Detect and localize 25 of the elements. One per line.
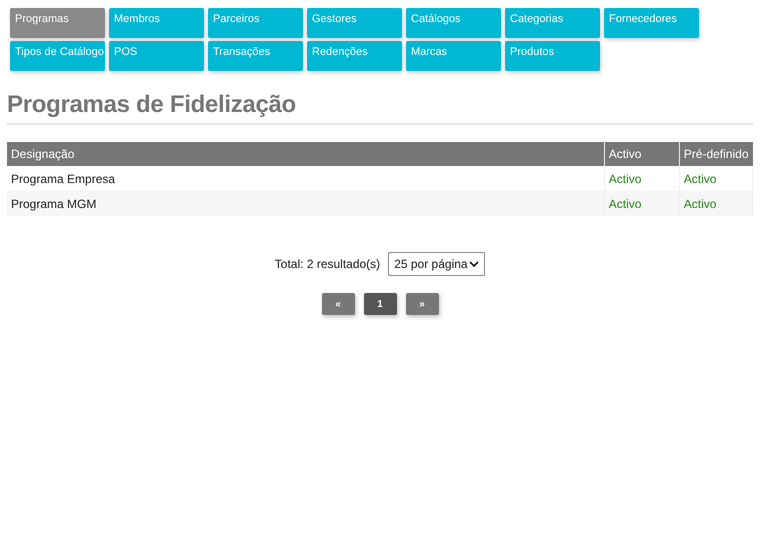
total-count: Total: 2 resultado(s) [274,257,380,271]
page-button[interactable]: » [406,293,438,315]
page-size-dropdown[interactable]: 25 por página [388,252,486,276]
nav-tab[interactable]: Catálogos [406,8,501,38]
page-title: Programas de Fidelização [7,91,753,125]
column-header: Designação [7,142,604,166]
nav-tab[interactable]: Gestores [307,8,402,38]
nav-tab[interactable]: Transações [208,41,303,71]
table-cell: Activo [679,191,752,216]
nav-tab[interactable]: Membros [109,8,204,38]
nav-tab[interactable]: Marcas [406,41,501,71]
nav-tab[interactable]: Categorias [505,8,600,38]
column-header: Activo [604,142,680,166]
table-cell: Activo [604,191,680,216]
nav-tab[interactable]: Produtos [505,41,600,71]
nav-tab[interactable]: Fornecedores [604,8,699,38]
table-cell: Programa MGM [7,191,604,216]
column-header: Pré-definido [679,142,752,166]
nav-tab[interactable]: Redenções [307,41,402,71]
nav-tab[interactable]: Parceiros [208,8,303,38]
nav-tab[interactable]: Programas [10,8,105,38]
nav-tab[interactable]: Tipos de Catálogo [10,41,105,71]
page-button[interactable]: 1 [364,293,396,315]
page-button[interactable]: « [322,293,354,315]
nav-tab[interactable]: POS [109,41,204,71]
